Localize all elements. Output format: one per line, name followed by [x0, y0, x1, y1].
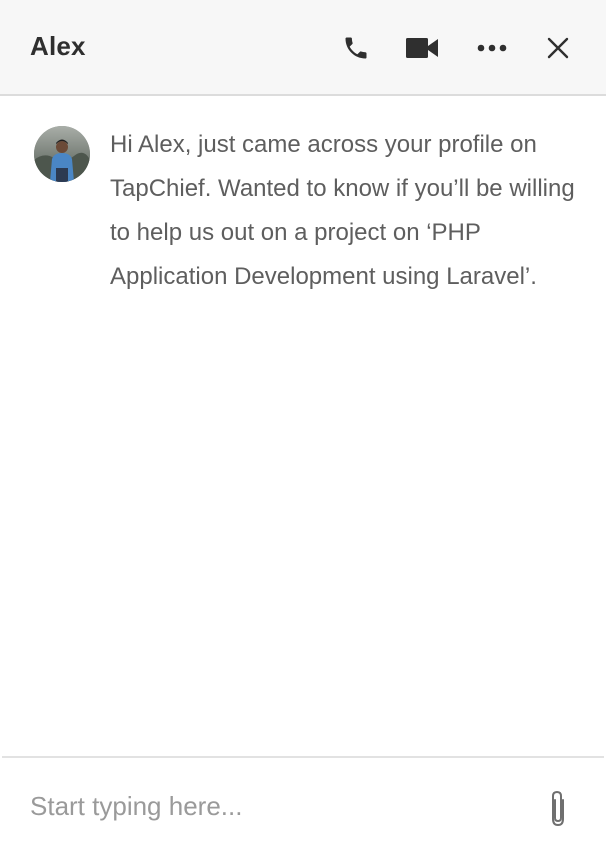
chat-header: Alex [0, 0, 606, 96]
more-options-icon[interactable] [474, 30, 510, 66]
phone-icon[interactable] [338, 30, 374, 66]
message-input[interactable] [30, 784, 510, 828]
message-text: Hi Alex, just came across your profile o… [110, 131, 575, 290]
composer [2, 756, 604, 854]
close-icon[interactable] [540, 30, 576, 66]
paperclip-icon[interactable] [544, 788, 572, 830]
video-camera-icon[interactable] [404, 30, 440, 66]
chat-window: Alex Hi Alex, just came across your prof… [0, 0, 606, 854]
user-avatar[interactable] [34, 126, 90, 182]
chat-title: Alex [30, 31, 86, 61]
